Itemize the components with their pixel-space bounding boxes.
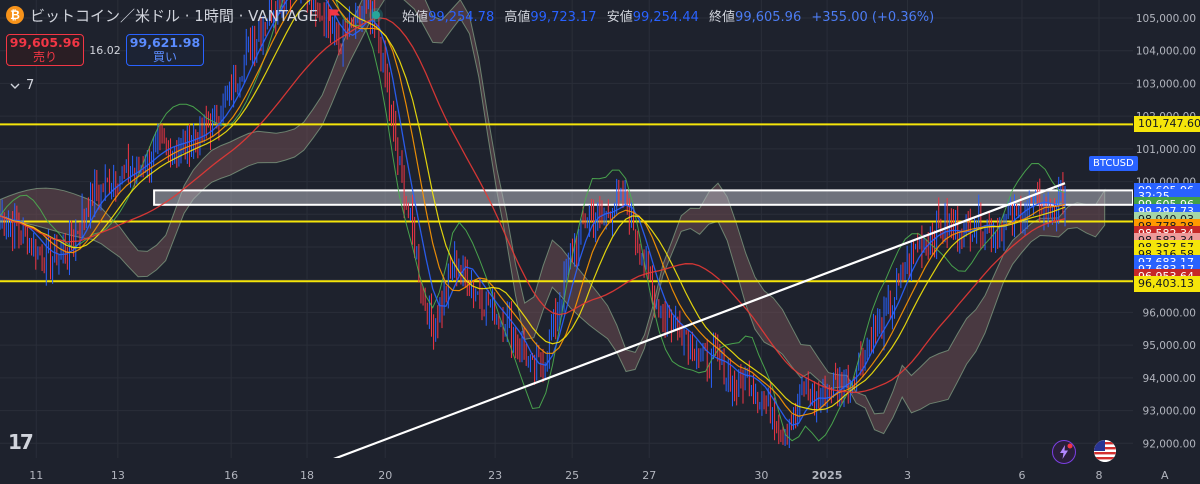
- high-label: 高値: [504, 9, 531, 25]
- ohlc-readout: 始値99,254.78 高値99,723.17 安値99,254.44 終値99…: [396, 6, 934, 25]
- time-tick-label: 11: [29, 469, 43, 482]
- price-tag: 96,403.13: [1134, 276, 1200, 293]
- bolt-icon[interactable]: [1052, 440, 1076, 464]
- buy-label: 買い: [152, 50, 177, 64]
- chart-header: ₿ ビットコイン／米ドル · 1時間 · VANTAGE 始値99,254.78…: [0, 0, 1135, 30]
- price-tick-label: 92,000.00: [1143, 438, 1196, 450]
- price-tick-label: 104,000.00: [1136, 46, 1196, 58]
- symbol-tag: BTCUSD: [1089, 156, 1138, 171]
- tradingview-logo[interactable]: 17: [8, 430, 34, 454]
- trade-panel: 99,605.96 売り 16.02 99,621.98 買い: [6, 34, 204, 66]
- time-tick-label: 2025: [812, 469, 843, 482]
- symbol-title[interactable]: ビットコイン／米ドル · 1時間 · VANTAGE: [30, 5, 318, 26]
- buy-price: 99,621.98: [129, 35, 201, 50]
- spread-value: 16.02: [89, 43, 121, 57]
- close-label: 終値: [709, 9, 736, 25]
- open-label: 始値: [402, 9, 429, 25]
- close-value: 99,605.96: [735, 9, 802, 25]
- price-tick-label: 96,000.00: [1143, 307, 1196, 319]
- time-tick-label: 3: [904, 469, 911, 482]
- price-tick-label: 95,000.00: [1143, 340, 1196, 352]
- time-tick-label: 8: [1096, 469, 1103, 482]
- time-tick-label: 6: [1018, 469, 1025, 482]
- buy-button[interactable]: 99,621.98 買い: [126, 34, 204, 66]
- price-chart[interactable]: 92,000.00 93,000.00 94,000.00 95,000.00 96,0…: [0, 0, 1200, 484]
- indicators-toggle[interactable]: 7: [10, 78, 34, 93]
- market-status-icon: [372, 11, 381, 19]
- time-tick-label: 30: [754, 469, 768, 482]
- bitcoin-icon: ₿: [6, 6, 24, 24]
- price-tick-label: 105,000.00: [1136, 13, 1196, 25]
- time-tick-label: 27: [642, 469, 656, 482]
- time-tick-label: 13: [111, 469, 125, 482]
- us-flag-icon[interactable]: [1094, 440, 1116, 462]
- flag-icon[interactable]: [328, 8, 342, 22]
- time-tick-label: 25: [565, 469, 579, 482]
- open-value: 99,254.78: [428, 9, 495, 25]
- price-tick-label: 93,000.00: [1143, 406, 1196, 418]
- time-tick-label: 16: [224, 469, 238, 482]
- time-tick-label: A: [1161, 469, 1169, 482]
- time-tick-label: 23: [488, 469, 502, 482]
- price-tag: 101,747.60: [1134, 116, 1200, 133]
- high-value: 99,723.17: [530, 9, 597, 25]
- resistance-zone: [153, 189, 1134, 206]
- low-label: 安値: [606, 9, 633, 25]
- time-axis: 11 13 16 18 20 23 25 27 30 2025 3 6 8 A: [0, 458, 1200, 484]
- price-tick-label: 103,000.00: [1136, 78, 1196, 90]
- chart-stage[interactable]: 92,000.00 93,000.00 94,000.00 95,000.00 96,0…: [0, 0, 1200, 484]
- sell-label: 売り: [32, 50, 57, 64]
- time-tick-label: 20: [378, 469, 392, 482]
- resistance-zone-rect: [153, 189, 1134, 206]
- price-tick-label: 94,000.00: [1143, 373, 1196, 385]
- chevron-down-icon: [10, 83, 20, 89]
- sell-price: 99,605.96: [9, 35, 81, 50]
- price-tick-label: 101,000.00: [1136, 144, 1196, 156]
- sell-button[interactable]: 99,605.96 売り: [6, 34, 84, 66]
- time-tick-label: 18: [300, 469, 314, 482]
- indicators-count: 7: [26, 78, 35, 93]
- low-value: 99,254.44: [632, 9, 699, 25]
- change-value: +355.00 (+0.36%): [811, 9, 935, 25]
